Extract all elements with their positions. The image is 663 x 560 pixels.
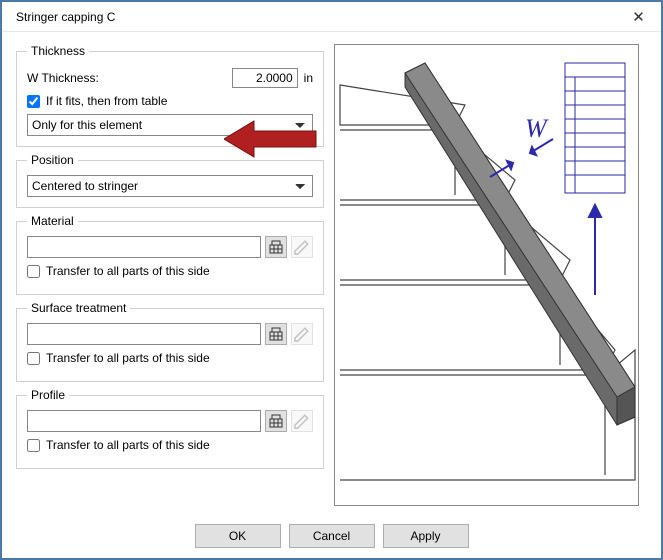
close-button[interactable]: ✕ [616, 2, 661, 32]
profile-transfer-label: Transfer to all parts of this side [46, 438, 210, 452]
titlebar: Stringer capping C ✕ [2, 2, 661, 32]
surface-transfer-label: Transfer to all parts of this side [46, 351, 210, 365]
position-select[interactable]: Centered to stringer [27, 175, 313, 197]
w-thickness-input[interactable] [232, 68, 298, 88]
w-thickness-unit: in [304, 71, 313, 85]
stair-preview-icon: W [335, 45, 640, 507]
material-browse-button[interactable] [265, 236, 287, 258]
surface-legend: Surface treatment [27, 301, 130, 315]
grid-icon [269, 327, 283, 341]
preview-pane: W [334, 44, 639, 506]
position-group: Position Centered to stringer [16, 153, 324, 208]
window-title: Stringer capping C [16, 10, 616, 24]
profile-group: Profile Transfer to all parts of this si… [16, 388, 324, 469]
surface-browse-button[interactable] [265, 323, 287, 345]
surface-input[interactable] [27, 323, 261, 345]
position-legend: Position [27, 153, 78, 167]
dialog-body: Thickness W Thickness: in If it fits, th… [2, 32, 661, 512]
thickness-group: Thickness W Thickness: in If it fits, th… [16, 44, 324, 147]
material-transfer-checkbox[interactable] [27, 265, 40, 278]
material-edit-button[interactable] [291, 236, 313, 258]
surface-transfer-checkbox[interactable] [27, 352, 40, 365]
profile-edit-button[interactable] [291, 410, 313, 432]
cancel-button[interactable]: Cancel [289, 524, 375, 548]
w-dimension-label: W [525, 114, 549, 143]
pencil-icon [292, 411, 312, 431]
material-transfer-label: Transfer to all parts of this side [46, 264, 210, 278]
pencil-icon [292, 237, 312, 257]
material-input[interactable] [27, 236, 261, 258]
thickness-legend: Thickness [27, 44, 89, 58]
button-row: OK Cancel Apply [2, 524, 661, 548]
fits-from-table-label: If it fits, then from table [46, 94, 167, 108]
ok-button[interactable]: OK [195, 524, 281, 548]
table-icon [565, 63, 625, 193]
profile-browse-button[interactable] [265, 410, 287, 432]
material-legend: Material [27, 214, 78, 228]
material-group: Material Transfer to all parts of this s… [16, 214, 324, 295]
profile-transfer-checkbox[interactable] [27, 439, 40, 452]
grid-icon [269, 240, 283, 254]
grid-icon [269, 414, 283, 428]
thickness-scope-select[interactable]: Only for this element [27, 114, 313, 136]
profile-input[interactable] [27, 410, 261, 432]
profile-legend: Profile [27, 388, 69, 402]
close-icon: ✕ [632, 8, 645, 26]
fits-from-table-checkbox[interactable] [27, 95, 40, 108]
apply-button[interactable]: Apply [383, 524, 469, 548]
surface-edit-button[interactable] [291, 323, 313, 345]
surface-group: Surface treatment Transfer to all parts … [16, 301, 324, 382]
pencil-icon [292, 324, 312, 344]
left-column: Thickness W Thickness: in If it fits, th… [16, 44, 324, 506]
w-thickness-label: W Thickness: [27, 71, 99, 85]
